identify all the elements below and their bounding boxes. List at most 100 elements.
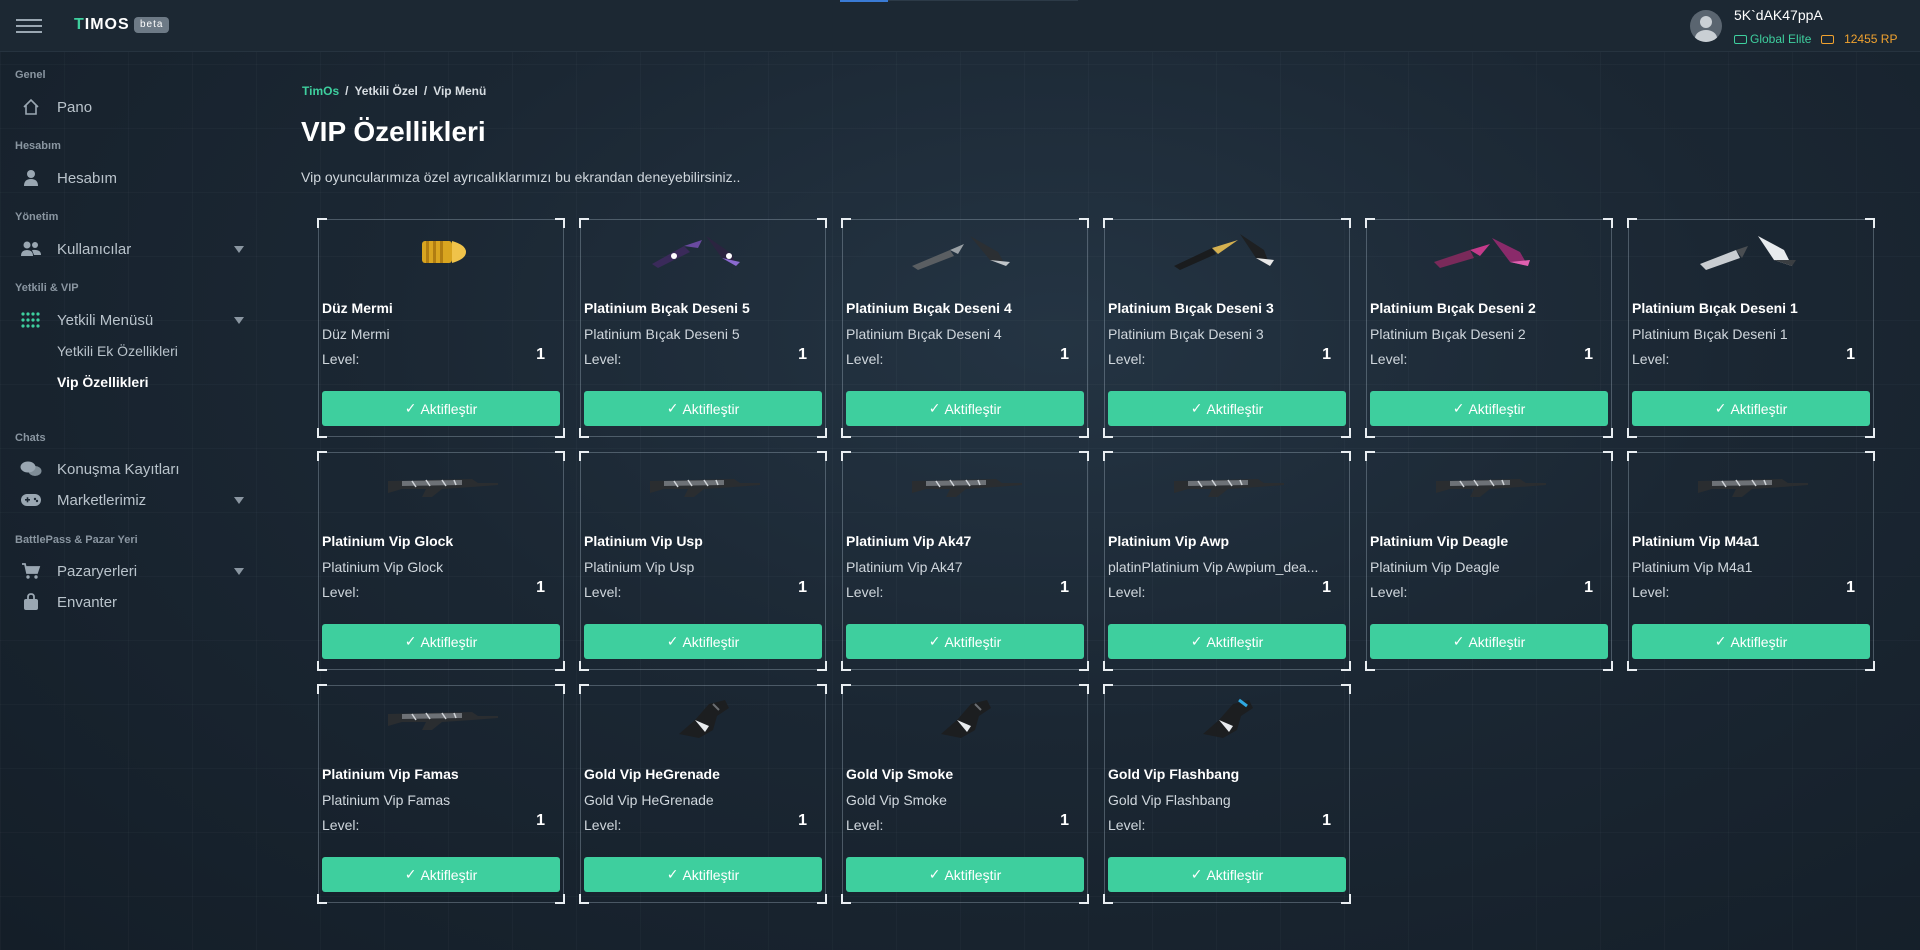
activate-button[interactable]: ✓ Aktifleştir xyxy=(584,857,822,892)
vip-item-card: Platinium Bıçak Deseni 3 Platinium Bıçak … xyxy=(1103,218,1351,438)
vip-item-card: Platinium Bıçak Deseni 2 Platinium Bıçak … xyxy=(1365,218,1613,438)
activate-button[interactable]: ✓ Aktifleştir xyxy=(846,857,1084,892)
breadcrumb-home-link[interactable]: TimOs xyxy=(302,84,339,98)
level-value: 1 xyxy=(1060,579,1069,596)
item-description: Platinium Bıçak Deseni 2 xyxy=(1370,326,1526,342)
item-description: Platinium Vip Ak47 xyxy=(846,559,963,575)
item-title: Gold Vip Flashbang xyxy=(1108,766,1240,782)
brand-logo[interactable]: TIMOS xyxy=(74,16,130,34)
chevron-down-icon xyxy=(234,496,244,504)
activate-button[interactable]: ✓ Aktifleştir xyxy=(846,624,1084,659)
activate-button-label: Aktifleştir xyxy=(682,866,740,883)
rank-icon xyxy=(1734,35,1747,44)
item-image xyxy=(319,694,565,742)
check-icon: ✓ xyxy=(1452,633,1465,649)
activate-button[interactable]: ✓ Aktifleştir xyxy=(584,624,822,659)
item-title: Gold Vip Smoke xyxy=(846,766,954,782)
vip-item-card: Gold Vip Smoke Gold Vip Smoke Level: 1 ✓ Akti… xyxy=(841,684,1089,904)
activate-button[interactable]: ✓ Aktifleştir xyxy=(1632,624,1870,659)
activate-button[interactable]: ✓ Aktifleştir xyxy=(1370,391,1608,426)
level-value: 1 xyxy=(536,346,545,363)
level-label: Level: xyxy=(584,351,622,367)
level-label: Level: xyxy=(1370,584,1408,600)
activate-button[interactable]: ✓ Aktifleştir xyxy=(322,624,560,659)
vip-item-card: Platinium Vip Deagle Platinium Vip Deagle… xyxy=(1365,451,1613,671)
level-value: 1 xyxy=(1846,579,1855,596)
sidebar-item-label: Pano xyxy=(57,98,93,116)
item-title: Platinium Vip Glock xyxy=(322,533,454,549)
item-description: Platinium Bıçak Deseni 4 xyxy=(846,326,1002,342)
activate-button[interactable]: ✓ Aktifleştir xyxy=(1108,857,1346,892)
gamepad-icon xyxy=(20,491,42,509)
item-title: Gold Vip HeGrenade xyxy=(584,766,720,782)
activate-button-label: Aktifleştir xyxy=(1730,400,1788,417)
sidebar-subitem-yetkili-ek-ozellikleri[interactable]: Yetkili Ek Özellikleri xyxy=(57,343,178,359)
level-value: 1 xyxy=(1846,346,1855,363)
user-icon xyxy=(20,169,42,187)
item-title: Platinium Bıçak Deseni 2 xyxy=(1370,300,1536,316)
item-image xyxy=(1105,461,1351,509)
check-icon: ✓ xyxy=(928,400,941,416)
activate-button[interactable]: ✓ Aktifleştir xyxy=(1370,624,1608,659)
item-title: Platinium Bıçak Deseni 4 xyxy=(846,300,1012,316)
level-label: Level: xyxy=(846,817,884,833)
sidebar-item-konusma-kayitlari[interactable]: Konuşma Kayıtları xyxy=(20,457,252,481)
check-icon: ✓ xyxy=(404,866,417,882)
sidebar-item-pazaryerleri[interactable]: Pazaryerleri xyxy=(20,559,252,583)
activate-button[interactable]: ✓ Aktifleştir xyxy=(1632,391,1870,426)
vip-item-card: Platinium Bıçak Deseni 1 Platinium Bıçak … xyxy=(1627,218,1875,438)
activate-button-label: Aktifleştir xyxy=(1468,633,1526,650)
activate-button[interactable]: ✓ Aktifleştir xyxy=(584,391,822,426)
breadcrumb-item[interactable]: Yetkili Özel xyxy=(354,84,417,98)
sidebar-item-hesabim[interactable]: Hesabım xyxy=(20,166,252,190)
check-icon: ✓ xyxy=(1452,400,1465,416)
item-description: Gold Vip HeGrenade xyxy=(584,792,714,808)
menu-toggle-icon[interactable] xyxy=(16,19,42,33)
activate-button[interactable]: ✓ Aktifleştir xyxy=(846,391,1084,426)
activate-button[interactable]: ✓ Aktifleştir xyxy=(1108,391,1346,426)
item-title: Platinium Bıçak Deseni 5 xyxy=(584,300,750,316)
item-description: Platinium Bıçak Deseni 3 xyxy=(1108,326,1264,342)
sidebar-item-kullanicilar[interactable]: Kullanıcılar xyxy=(20,237,252,261)
sidebar-item-label: Kullanıcılar xyxy=(57,240,132,258)
check-icon: ✓ xyxy=(404,400,417,416)
activate-button[interactable]: ✓ Aktifleştir xyxy=(322,857,560,892)
bag-icon xyxy=(20,593,42,611)
section-title-yetkili-vip: Yetkili & VIP xyxy=(15,282,79,294)
item-image xyxy=(1629,228,1875,276)
username[interactable]: 5K`dAK47ppA xyxy=(1734,7,1823,23)
sidebar-subitem-vip-ozellikleri[interactable]: Vip Özellikleri xyxy=(57,374,149,390)
sidebar-item-pano[interactable]: Pano xyxy=(20,95,252,119)
section-title-battlepass: BattlePass & Pazar Yeri xyxy=(15,534,138,546)
activate-button-label: Aktifleştir xyxy=(1206,400,1264,417)
sidebar-item-yetkili-menusu[interactable]: Yetkili Menüsü xyxy=(20,308,252,332)
level-value: 1 xyxy=(536,812,545,829)
vip-item-card: Platinium Vip M4a1 Platinium Vip M4a1 Leve… xyxy=(1627,451,1875,671)
level-value: 1 xyxy=(798,579,807,596)
item-description: Platinium Vip Usp xyxy=(584,559,695,575)
level-label: Level: xyxy=(1632,584,1670,600)
level-label: Level: xyxy=(584,817,622,833)
activate-button-label: Aktifleştir xyxy=(944,866,1002,883)
chevron-down-icon xyxy=(234,245,244,253)
vip-item-card: Platinium Vip Ak47 Platinium Vip Ak47 Leve… xyxy=(841,451,1089,671)
sidebar-item-envanter[interactable]: Envanter xyxy=(20,590,252,614)
sidebar-item-label: Konuşma Kayıtları xyxy=(57,460,180,478)
item-image xyxy=(1105,228,1351,276)
activate-button-label: Aktifleştir xyxy=(420,866,478,883)
check-icon: ✓ xyxy=(404,633,417,649)
cart-icon xyxy=(20,562,42,580)
item-image xyxy=(1105,694,1351,742)
activate-button[interactable]: ✓ Aktifleştir xyxy=(322,391,560,426)
item-image xyxy=(1629,461,1875,509)
item-description: Gold Vip Smoke xyxy=(846,792,947,808)
item-title: Platinium Vip M4a1 xyxy=(1632,533,1760,549)
activate-button[interactable]: ✓ Aktifleştir xyxy=(1108,624,1346,659)
check-icon: ✓ xyxy=(1190,400,1203,416)
avatar[interactable] xyxy=(1690,10,1722,42)
item-image xyxy=(581,228,827,276)
item-image xyxy=(843,694,1089,742)
sidebar: Genel Pano Hesabım Hesabım Yönetim Kulla… xyxy=(0,52,260,950)
sidebar-item-marketlerimiz[interactable]: Marketlerimiz xyxy=(20,488,252,512)
item-title: Platinium Vip Awp xyxy=(1108,533,1230,549)
